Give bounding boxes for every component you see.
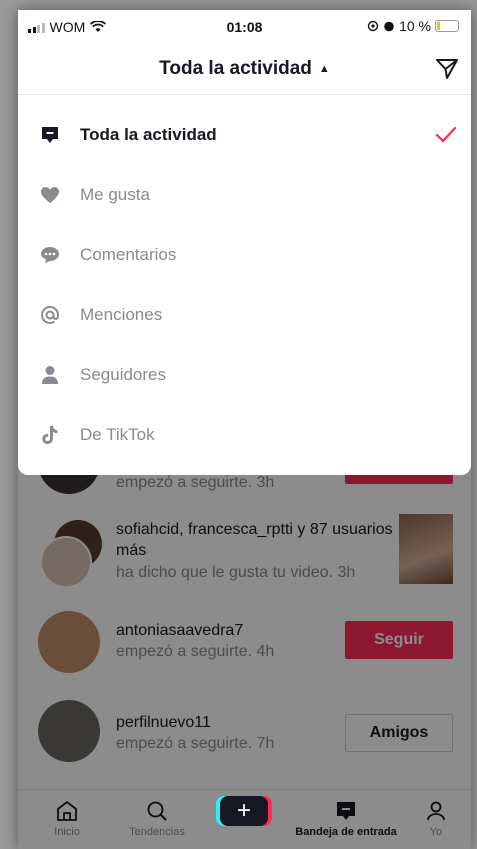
phone-screen: WOM 01:08 10 % Toda la actividad ▲ empez… [18, 10, 471, 849]
send-message-icon[interactable] [435, 58, 459, 80]
inbox-icon [42, 127, 58, 143]
menu-item-label: De TikTok [80, 425, 155, 444]
orientation-lock-icon [367, 20, 379, 32]
status-right: 10 % [367, 18, 459, 34]
status-bar: WOM 01:08 10 % [18, 10, 471, 44]
menu-item-label: Toda la actividad [80, 125, 217, 144]
menu-item-comments[interactable]: Comentarios [18, 225, 471, 285]
menu-item-followers[interactable]: Seguidores [18, 345, 471, 405]
menu-item-from-tiktok[interactable]: De TikTok [18, 405, 471, 465]
menu-item-all-activity[interactable]: Toda la actividad [18, 105, 471, 165]
caret-up-icon: ▲ [318, 63, 330, 75]
menu-item-mentions[interactable]: Menciones [18, 285, 471, 345]
header: Toda la actividad ▲ [18, 44, 471, 95]
battery-icon [435, 20, 459, 32]
activity-dropdown: Toda la actividad Me gusta Comentarios M… [18, 95, 471, 475]
plus-icon: + [216, 796, 272, 826]
tiktok-icon [42, 426, 58, 444]
check-icon [435, 126, 457, 143]
heart-icon [41, 187, 59, 203]
menu-item-label: Menciones [80, 305, 163, 324]
page-title: Toda la actividad [159, 58, 312, 79]
at-icon [41, 306, 60, 324]
alarm-icon [384, 21, 394, 32]
menu-item-label: Me gusta [80, 185, 150, 204]
battery-percent: 10 % [399, 18, 431, 34]
menu-item-likes[interactable]: Me gusta [18, 165, 471, 225]
menu-item-label: Comentarios [80, 245, 177, 264]
activity-filter-toggle[interactable]: Toda la actividad ▲ [18, 58, 471, 80]
comment-icon [41, 247, 59, 263]
person-icon [42, 366, 58, 384]
menu-item-label: Seguidores [80, 365, 167, 384]
